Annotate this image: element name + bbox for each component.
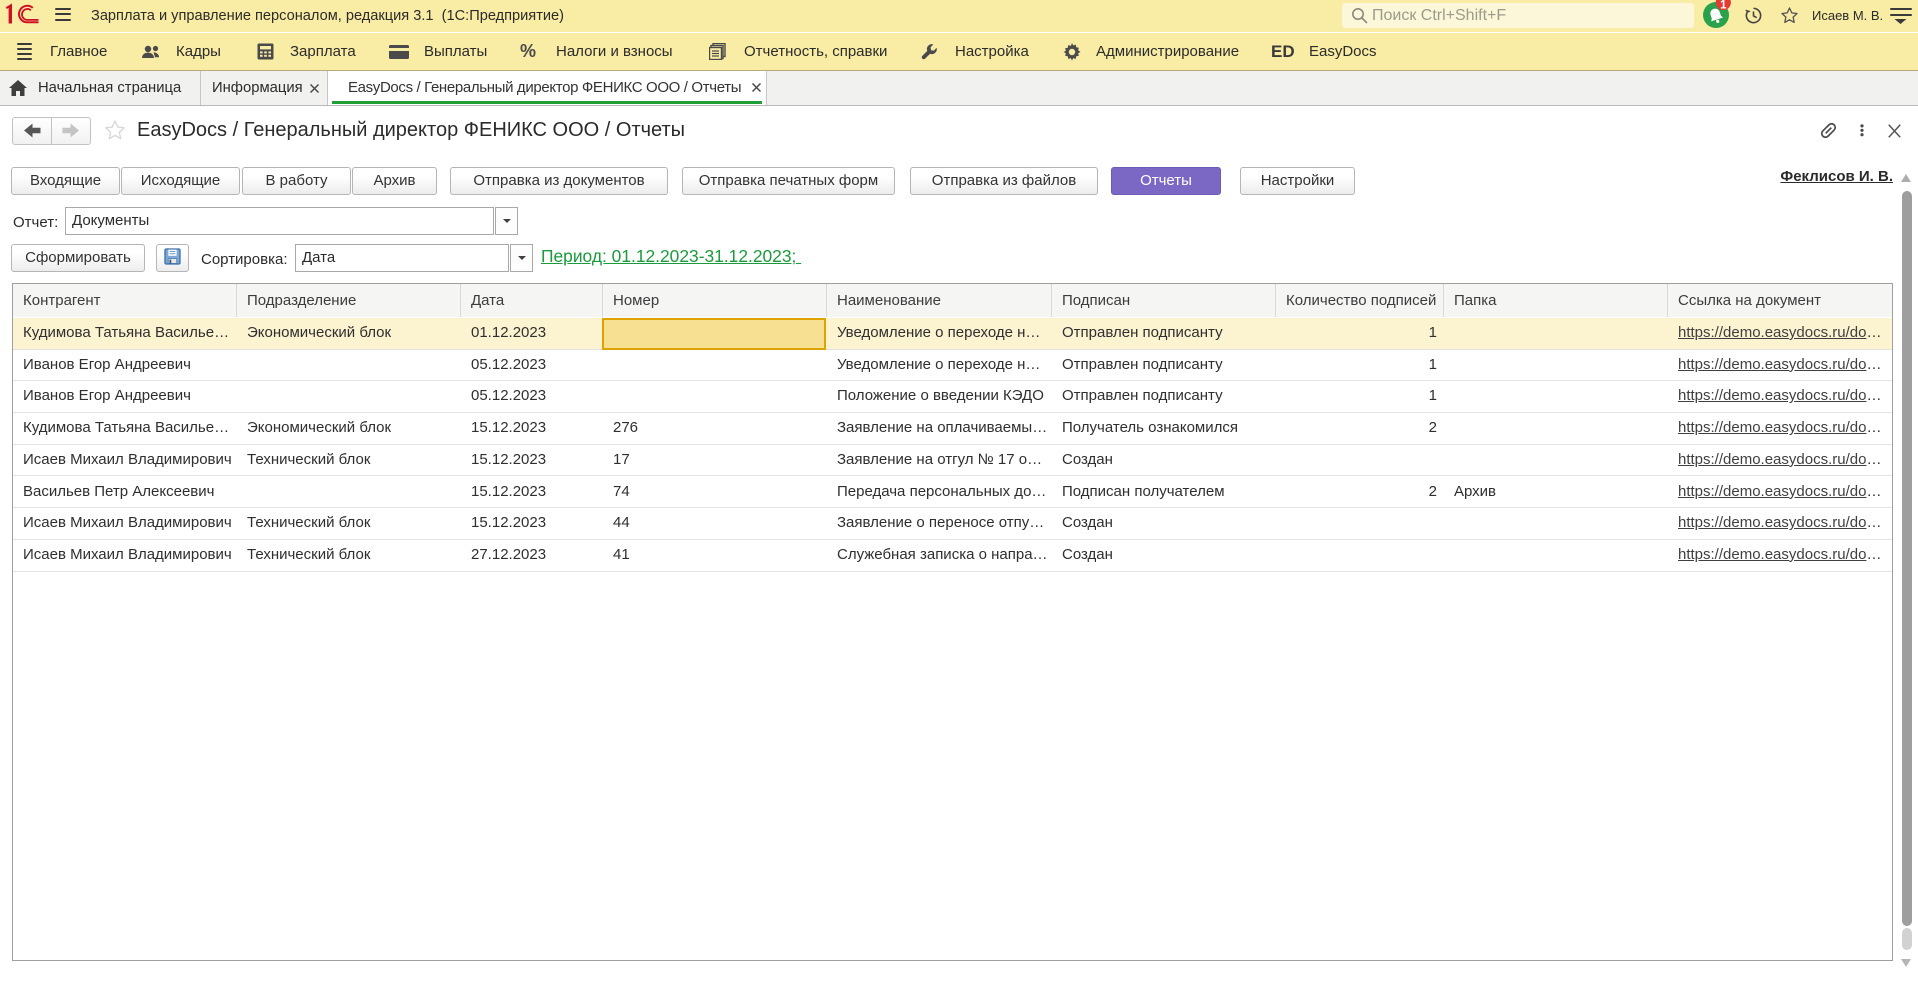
svg-text:1: 1	[1720, 0, 1727, 11]
